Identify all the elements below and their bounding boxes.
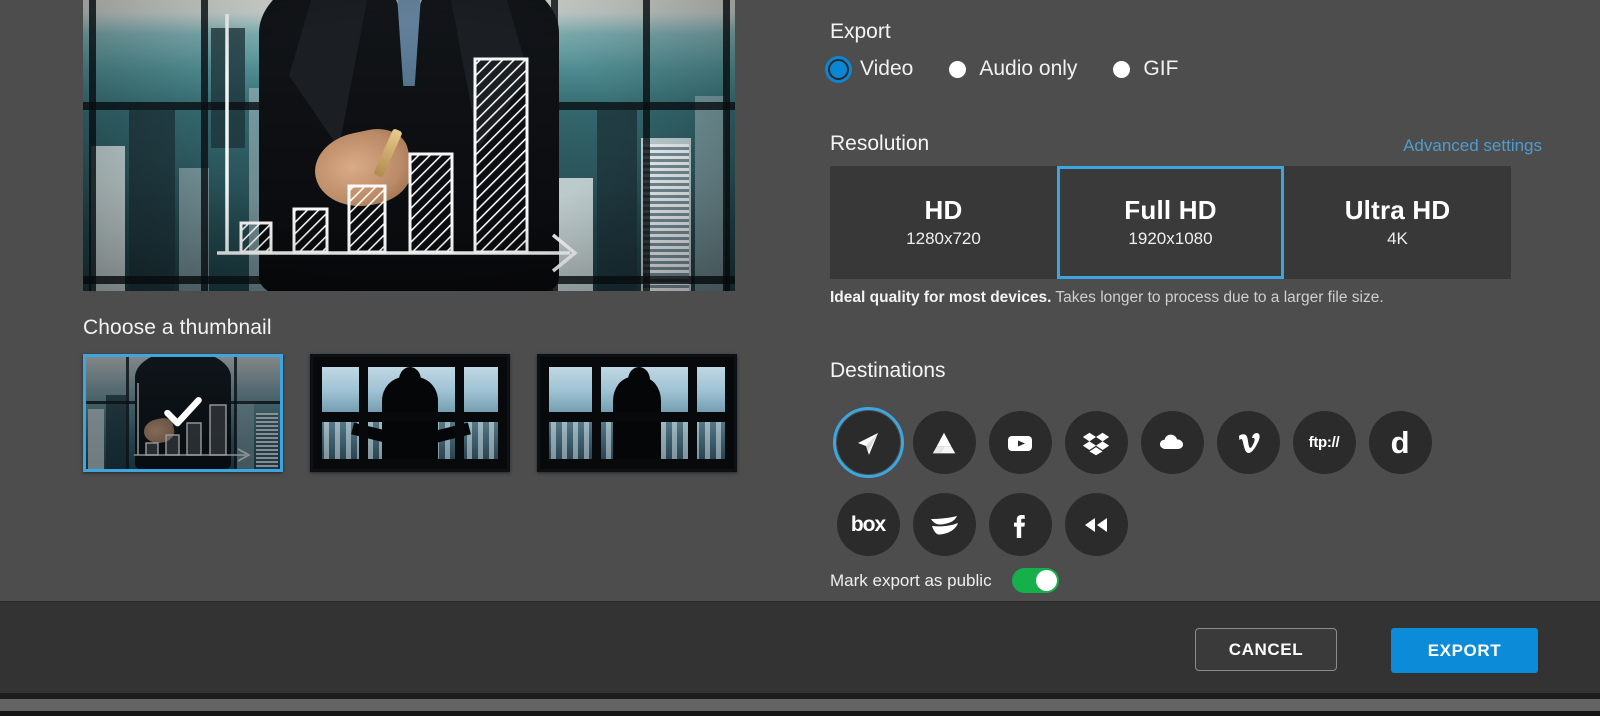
- resolution-description-bold: Ideal quality for most devices.: [830, 289, 1052, 306]
- destination-onedrive[interactable]: [1140, 411, 1204, 474]
- export-type-gif-label: GIF: [1143, 57, 1179, 80]
- export-dialog: Choose a thumbnail Export Video Audio on…: [0, 0, 1600, 716]
- destination-dailymotion[interactable]: d: [1368, 411, 1432, 474]
- resolution-option-ultra-hd[interactable]: Ultra HD 4K: [1284, 166, 1511, 279]
- destination-ftp-label: ftp://: [1308, 434, 1340, 451]
- destination-dailymotion-label: d: [1390, 424, 1410, 460]
- export-type-gif[interactable]: GIF: [1113, 57, 1178, 81]
- export-section-title: Export: [830, 20, 891, 43]
- check-icon: [164, 396, 202, 427]
- right-panel: Export Video Audio only GIF Resolution A…: [830, 0, 1570, 601]
- export-type-audio-only-label: Audio only: [979, 57, 1078, 80]
- resolution-section-title: Resolution: [830, 132, 930, 155]
- destination-youtube[interactable]: [988, 411, 1052, 474]
- destination-box-label: box: [850, 512, 886, 536]
- footer-divider: [0, 601, 1600, 602]
- thumbnail-option-1[interactable]: [83, 354, 283, 472]
- thumbnail-section: Choose a thumbnail: [83, 316, 743, 472]
- resolution-hd-sub: 1280x720: [906, 229, 981, 249]
- paper-plane-icon: [858, 432, 878, 455]
- destination-google-drive[interactable]: [912, 411, 976, 474]
- destination-screencast[interactable]: [832, 407, 904, 478]
- mark-public-row: Mark export as public: [830, 568, 1059, 593]
- mark-public-toggle[interactable]: [1011, 568, 1059, 593]
- export-type-video-label: Video: [860, 57, 914, 80]
- rewind-icon: [1085, 517, 1107, 532]
- destination-dropbox[interactable]: [1064, 411, 1128, 474]
- destination-wistia[interactable]: [912, 493, 976, 556]
- cloud-icon: [1160, 434, 1183, 449]
- resolution-full-hd-sub: 1920x1080: [1128, 229, 1213, 249]
- thumbnail-list: [83, 354, 743, 472]
- advanced-settings-link[interactable]: Advanced settings: [1403, 136, 1542, 156]
- toggle-knob: [1035, 570, 1057, 591]
- thumbnail-image-3: [540, 357, 734, 469]
- thumbnail-option-2[interactable]: [310, 354, 510, 472]
- radio-video-icon[interactable]: [830, 60, 847, 78]
- destination-box[interactable]: box: [836, 493, 900, 556]
- wistia-icon: [931, 515, 958, 535]
- cancel-button[interactable]: CANCEL: [1195, 628, 1337, 671]
- destination-facebook[interactable]: [988, 493, 1052, 556]
- mark-public-label: Mark export as public: [830, 570, 992, 590]
- thumbnail-image-2: [313, 357, 507, 469]
- resolution-option-hd[interactable]: HD 1280x720: [830, 166, 1057, 279]
- destinations-row-1: ftp:// d: [830, 405, 1450, 480]
- video-preview[interactable]: [83, 0, 735, 291]
- resolution-description: Ideal quality for most devices. Takes lo…: [830, 289, 1384, 307]
- dropbox-icon: [1082, 432, 1110, 455]
- destination-rewind[interactable]: [1064, 493, 1128, 556]
- destination-ftp[interactable]: ftp://: [1292, 411, 1356, 474]
- resolution-description-rest: Takes longer to process due to a larger …: [1051, 289, 1384, 306]
- export-button[interactable]: EXPORT: [1391, 628, 1538, 673]
- youtube-icon: [1008, 435, 1032, 451]
- choose-thumbnail-title: Choose a thumbnail: [83, 316, 272, 339]
- preview-vignette: [83, 0, 735, 291]
- resolution-full-hd-name: Full HD: [1124, 194, 1217, 225]
- facebook-icon: [1014, 514, 1025, 538]
- resolution-option-full-hd[interactable]: Full HD 1920x1080: [1057, 166, 1284, 279]
- dialog-footer: CANCEL EXPORT: [0, 601, 1600, 693]
- destinations-section-title: Destinations: [830, 359, 946, 382]
- resolution-hd-name: HD: [924, 194, 963, 225]
- bottom-edge-band: [0, 711, 1600, 716]
- left-panel: Choose a thumbnail: [0, 0, 800, 601]
- resolution-ultra-hd-name: Ultra HD: [1344, 194, 1451, 225]
- radio-gif-icon[interactable]: [1113, 60, 1131, 78]
- destinations-grid: ftp:// d box: [830, 405, 1450, 562]
- destinations-row-2: box: [830, 487, 1450, 562]
- export-type-audio-only[interactable]: Audio only: [949, 57, 1077, 81]
- radio-audio-only-icon[interactable]: [949, 60, 967, 78]
- destination-vimeo[interactable]: [1216, 411, 1280, 474]
- thumbnail-option-3[interactable]: [537, 354, 737, 472]
- resolution-ultra-hd-sub: 4K: [1387, 229, 1408, 249]
- bottom-gray-band: [0, 699, 1600, 711]
- export-type-video[interactable]: Video: [830, 57, 913, 81]
- vimeo-icon: [1239, 432, 1260, 453]
- resolution-options: HD 1280x720 Full HD 1920x1080 Ultra HD 4…: [830, 166, 1511, 279]
- export-type-radio-group: Video Audio only GIF: [830, 57, 1178, 81]
- google-drive-icon: [932, 432, 956, 453]
